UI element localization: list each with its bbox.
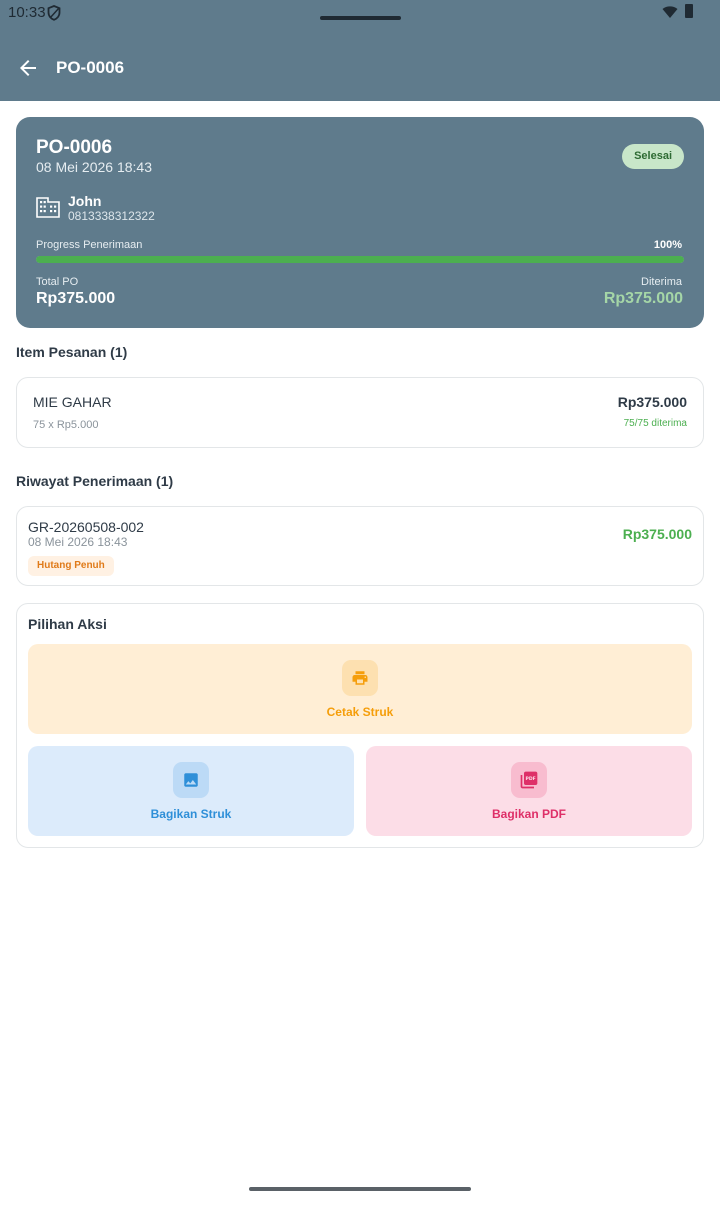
- printer-icon: [352, 671, 368, 685]
- total-po-label: Total PO: [36, 276, 79, 288]
- wifi-icon: [662, 6, 678, 18]
- history-section-title: Riwayat Penerimaan (1): [16, 473, 174, 489]
- po-summary-card: PO-0006 08 Mei 2026 18:43 Selesai John 0…: [16, 117, 704, 328]
- list-item[interactable]: MIE GAHAR 75 x Rp5.000 Rp375.000 75/75 d…: [16, 377, 704, 448]
- arrow-left-icon[interactable]: [16, 56, 40, 80]
- receipt-history-item[interactable]: GR-20260508-002 08 Mei 2026 18:43 Hutang…: [16, 506, 704, 586]
- item-quantity: 75 x Rp5.000: [33, 419, 99, 431]
- received-value: Rp375.000: [603, 290, 683, 307]
- battery-icon: [685, 4, 693, 18]
- item-name: MIE GAHAR: [33, 394, 112, 410]
- progress-bar-fill: [36, 256, 684, 263]
- payment-badge: Hutang Penuh: [28, 556, 114, 576]
- printer-icon-box: [342, 660, 378, 696]
- po-date: 08 Mei 2026 18:43: [36, 159, 152, 175]
- svg-text:PDF: PDF: [526, 776, 536, 782]
- home-indicator[interactable]: [249, 1187, 471, 1191]
- print-receipt-label: Cetak Struk: [326, 705, 394, 719]
- po-number: PO-0006: [36, 137, 113, 158]
- pdf-icon: PDF: [520, 771, 538, 789]
- gr-date: 08 Mei 2026 18:43: [28, 535, 128, 549]
- progress-label: Progress Penerimaan: [36, 239, 143, 251]
- share-receipt-label: Bagikan Struk: [150, 807, 232, 821]
- share-receipt-button[interactable]: Bagikan Struk: [28, 746, 354, 836]
- page-title: PO-0006: [56, 58, 125, 77]
- progress-bar: [36, 256, 684, 263]
- status-bar: 10:33: [0, 0, 720, 28]
- share-pdf-button[interactable]: PDF Bagikan PDF: [366, 746, 692, 836]
- shield-icon: [47, 5, 61, 21]
- progress-percent: 100%: [653, 239, 682, 251]
- pdf-icon-box: PDF: [511, 762, 547, 798]
- actions-title: Pilihan Aksi: [28, 616, 107, 632]
- supplier-name: John: [68, 193, 102, 209]
- item-received: 75/75 diterima: [623, 418, 687, 429]
- image-icon-box: [173, 762, 209, 798]
- status-badge: Selesai: [622, 144, 684, 169]
- image-icon: [184, 773, 198, 787]
- gr-number: GR-20260508-002: [28, 519, 144, 535]
- received-label: Diterima: [641, 276, 682, 288]
- app-bar: PO-0006: [0, 28, 720, 101]
- share-pdf-label: Bagikan PDF: [491, 807, 566, 821]
- camera-notch: [320, 16, 401, 20]
- items-section-title: Item Pesanan (1): [16, 344, 128, 360]
- status-time: 10:33: [8, 4, 46, 21]
- building-icon: [36, 197, 60, 218]
- total-po-value: Rp375.000: [36, 290, 116, 307]
- print-receipt-button[interactable]: Cetak Struk: [28, 644, 692, 734]
- actions-card: Pilihan Aksi Cetak Struk Bagikan Struk P…: [16, 603, 704, 848]
- supplier-phone: 0813338312322: [68, 209, 155, 223]
- gr-amount: Rp375.000: [622, 526, 692, 542]
- item-total: Rp375.000: [617, 394, 687, 410]
